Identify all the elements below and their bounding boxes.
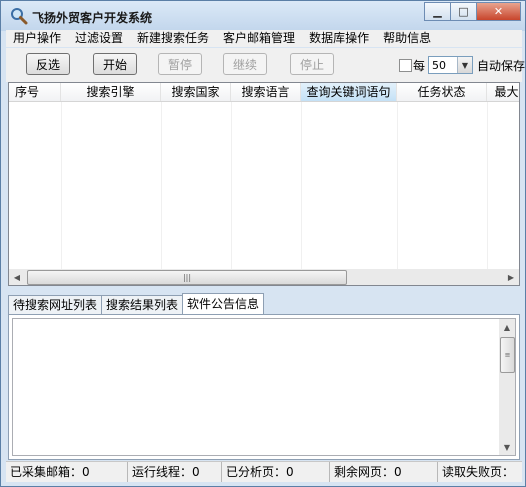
grid-line: [397, 102, 398, 269]
menu-new-search-task[interactable]: 新建搜索任务: [130, 30, 216, 47]
column-header-status[interactable]: 任务状态: [397, 83, 487, 101]
invert-selection-button[interactable]: 反选: [26, 53, 70, 75]
menu-filter-settings[interactable]: 过滤设置: [68, 30, 130, 47]
task-list-body[interactable]: [9, 102, 519, 269]
resume-button[interactable]: 继续: [223, 53, 267, 75]
app-window: 飞扬外贸客户开发系统 ▁ □ ✕ 用户操作 过滤设置 新建搜索任务 客户邮箱管理…: [0, 0, 526, 487]
column-header-keyword[interactable]: 查询关键词语句: [301, 83, 397, 101]
vertical-scroll-thumb[interactable]: ≡: [500, 337, 515, 373]
grid-line: [301, 102, 302, 269]
scroll-up-icon[interactable]: ▲: [499, 319, 515, 335]
task-list[interactable]: 序号 搜索引擎 搜索国家 搜索语言 查询关键词语句 任务状态 最大 ◀ ||| …: [8, 82, 520, 286]
column-header-language[interactable]: 搜索语言: [231, 83, 301, 101]
grid-line: [61, 102, 62, 269]
menu-help[interactable]: 帮助信息: [376, 30, 438, 47]
scroll-down-icon[interactable]: ▼: [499, 439, 515, 455]
status-collected-emails: 已采集邮箱：0: [6, 462, 128, 482]
column-header-engine[interactable]: 搜索引擎: [61, 83, 161, 101]
tab-pending-urls[interactable]: 待搜索网址列表: [8, 295, 103, 314]
grid-line: [161, 102, 162, 269]
task-list-header: 序号 搜索引擎 搜索国家 搜索语言 查询关键词语句 任务状态 最大: [9, 83, 519, 102]
column-header-country[interactable]: 搜索国家: [161, 83, 231, 101]
stop-button[interactable]: 停止: [290, 53, 334, 75]
status-running-threads: 运行线程：0: [128, 462, 222, 482]
column-header-max[interactable]: 最大: [487, 83, 519, 101]
grid-line: [231, 102, 232, 269]
close-icon: ✕: [493, 5, 504, 18]
autosave-label: 自动保存: [477, 59, 526, 73]
announcement-text-area[interactable]: ▲ ≡ ▼: [12, 318, 516, 456]
chevron-down-icon[interactable]: ▼: [457, 57, 472, 73]
tab-strip: 待搜索网址列表 搜索结果列表 软件公告信息: [8, 293, 265, 314]
horizontal-scrollbar[interactable]: ◀ ||| ▶: [9, 269, 519, 285]
magnifier-icon: [11, 8, 28, 25]
status-bar: 已采集邮箱：0 运行线程：0 已分析页：0 剩余网页：0 读取失败页：: [6, 461, 522, 482]
minimize-button[interactable]: ▁: [424, 2, 451, 21]
minimize-icon: ▁: [433, 5, 442, 18]
status-failed-pages: 读取失败页：: [442, 465, 515, 479]
maximize-button[interactable]: □: [451, 2, 477, 21]
tab-announcements[interactable]: 软件公告信息: [182, 293, 265, 314]
pause-button[interactable]: 暂停: [158, 53, 202, 75]
toolbar: 反选 开始 暂停 继续 停止 每 50 ▼ 自动保存: [6, 48, 526, 82]
tab-search-results[interactable]: 搜索结果列表: [101, 295, 184, 314]
scroll-left-icon[interactable]: ◀: [9, 269, 25, 285]
menu-email-management[interactable]: 客户邮箱管理: [216, 30, 302, 47]
interval-value: 50: [432, 59, 446, 72]
horizontal-scroll-thumb[interactable]: |||: [27, 270, 347, 285]
menu-user-ops[interactable]: 用户操作: [6, 30, 68, 47]
start-button[interactable]: 开始: [93, 53, 137, 75]
status-remaining-pages: 剩余网页：0: [330, 462, 438, 482]
every-label: 每: [413, 59, 426, 73]
status-analyzed-pages: 已分析页：0: [222, 462, 330, 482]
close-button[interactable]: ✕: [477, 2, 521, 21]
scroll-right-icon[interactable]: ▶: [503, 269, 519, 285]
every-checkbox[interactable]: [399, 59, 412, 72]
menu-bar: 用户操作 过滤设置 新建搜索任务 客户邮箱管理 数据库操作 帮助信息: [6, 30, 522, 47]
interval-select[interactable]: 50 ▼: [428, 56, 473, 74]
title-bar[interactable]: 飞扬外贸客户开发系统 ▁ □ ✕: [1, 1, 525, 31]
window-title: 飞扬外贸客户开发系统: [32, 11, 153, 25]
menu-database-ops[interactable]: 数据库操作: [302, 30, 376, 47]
grid-line: [487, 102, 488, 269]
column-header-index[interactable]: 序号: [9, 83, 61, 101]
vertical-scrollbar[interactable]: ▲ ≡ ▼: [499, 319, 515, 455]
announcement-panel: ▲ ≡ ▼: [8, 314, 520, 460]
maximize-icon: □: [458, 5, 469, 18]
